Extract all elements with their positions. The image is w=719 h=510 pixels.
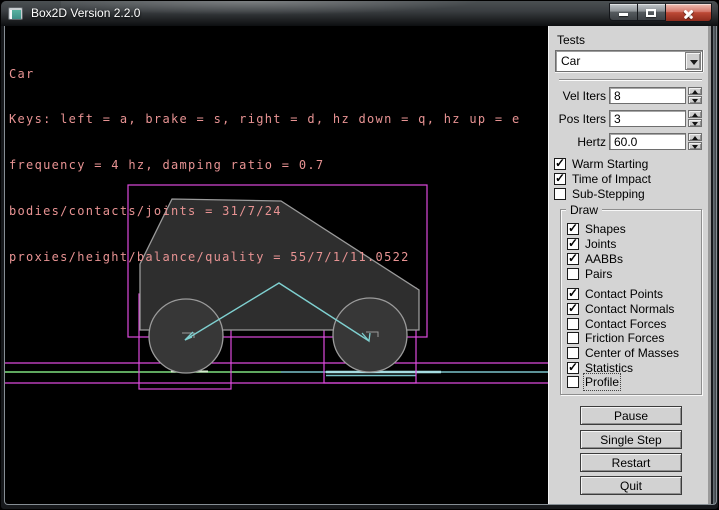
check-icon: ✓ [568,286,578,300]
car-rear-wheel [149,299,223,373]
checkbox-label: Pairs [585,267,612,281]
separator [559,79,702,81]
checkbox-box[interactable]: ✓ [567,238,579,250]
hertz-spinner [688,133,702,150]
checkbox-label: Sub-Stepping [572,187,645,201]
window-controls [609,3,712,22]
app-icon [8,7,23,20]
pause-button[interactable]: Pause [580,406,682,425]
app-icon-screen [12,10,21,19]
checkbox-label: Profile [585,375,619,389]
vel-iters-spinner [688,87,702,104]
pos-iters-row: Pos Iters [549,110,709,127]
arrow-up-icon [692,136,698,140]
spinner-up-button[interactable] [688,133,702,141]
frequency-text: frequency = 4 hz, damping ratio = 0.7 [9,158,520,173]
spinner-down-button[interactable] [688,142,702,150]
arrow-down-icon [692,145,698,149]
checkbox-label: Friction Forces [585,331,664,345]
checkbox-box[interactable]: ✓ [567,362,579,374]
checkbox-label: Shapes [585,222,626,236]
vel-iters-input[interactable] [609,87,686,104]
debug-text-overlay: Car Keys: left = a, brake = s, right = d… [9,36,520,296]
arrow-down-icon [692,99,698,103]
checkbox-box[interactable]: ✓ [567,223,579,235]
spinner-up-button[interactable] [688,110,702,118]
draw-group: Draw ✓ Shapes ✓ Joints ✓ AABBs ✓ Pairs ✓… [560,209,702,395]
checkbox-label: Contact Normals [585,302,674,316]
chevron-down-icon [690,60,698,65]
control-panel: Tests Car Vel Iters Pos Iters [548,26,711,504]
check-icon: ✓ [568,301,578,315]
pos-iters-label: Pos Iters [551,112,606,126]
spinner-up-button[interactable] [688,87,702,95]
minimize-icon [619,13,628,16]
checkbox-label: Statistics [585,361,633,375]
checkbox-box[interactable]: ✓ [567,288,579,300]
single-step-button[interactable]: Single Step [580,430,682,449]
checkbox-label: Joints [585,237,616,251]
proxies-stats-text: proxies/height/balance/quality = 55/7/1/… [9,250,520,265]
hertz-row: Hertz [549,133,709,150]
close-icon [683,8,694,19]
draw-group-legend: Draw [566,203,602,217]
checkbox-label: Center of Masses [585,346,679,360]
window-frame-edge [713,26,716,504]
checkbox-box[interactable]: ✓ [567,332,579,344]
check-icon: ✓ [568,251,578,265]
spinner-down-button[interactable] [688,119,702,127]
checkbox-box[interactable]: ✓ [567,347,579,359]
checkbox-box[interactable]: ✓ [567,268,579,280]
check-icon: ✓ [555,171,565,185]
checkbox-box[interactable]: ✓ [567,303,579,315]
minimize-button[interactable] [609,3,638,21]
dropdown-button[interactable] [685,52,701,70]
checkbox-label: Contact Forces [585,317,666,331]
quit-button[interactable]: Quit [580,476,682,495]
window-title: Box2D Version 2.2.0 [31,1,140,26]
arrow-up-icon [692,90,698,94]
checkbox-label: Contact Points [585,287,663,301]
title-bar[interactable]: Box2D Version 2.2.0 [1,1,719,26]
pos-iters-input[interactable] [609,110,686,127]
check-icon: ✓ [568,236,578,250]
checkbox-label: Warm Starting [572,157,648,171]
close-button[interactable] [666,3,712,22]
check-icon: ✓ [568,360,578,374]
hertz-input[interactable] [609,133,686,150]
check-icon: ✓ [568,221,578,235]
restart-button[interactable]: Restart [580,453,682,472]
app-window: Box2D Version 2.2.0 [0,0,719,510]
vel-iters-row: Vel Iters [549,87,709,104]
spinner-down-button[interactable] [688,96,702,104]
hertz-label: Hertz [551,135,606,149]
checkbox-box[interactable]: ✓ [554,173,566,185]
pos-iters-spinner [688,110,702,127]
maximize-icon [646,9,656,17]
checkbox-box[interactable]: ✓ [567,253,579,265]
arrow-up-icon [692,113,698,117]
test-title-text: Car [9,67,520,82]
bodies-stats-text: bodies/contacts/joints = 31/7/24 [9,204,520,219]
checkbox-box[interactable]: ✓ [554,158,566,170]
checkbox-box[interactable]: ✓ [567,318,579,330]
keys-help-text: Keys: left = a, brake = s, right = d, hz… [9,112,520,127]
tests-dropdown-value: Car [561,53,580,69]
check-icon: ✓ [555,156,565,170]
maximize-button[interactable] [638,3,666,21]
tests-label: Tests [557,33,585,47]
checkbox-label: Time of Impact [572,172,651,186]
tests-dropdown[interactable]: Car [555,50,703,72]
simulation-canvas[interactable]: Car Keys: left = a, brake = s, right = d… [5,26,548,504]
arrow-down-icon [692,122,698,126]
checkbox-label: AABBs [585,252,623,266]
checkbox-box[interactable]: ✓ [554,188,566,200]
vel-iters-label: Vel Iters [551,89,606,103]
checkbox-box[interactable]: ✓ [567,376,579,388]
